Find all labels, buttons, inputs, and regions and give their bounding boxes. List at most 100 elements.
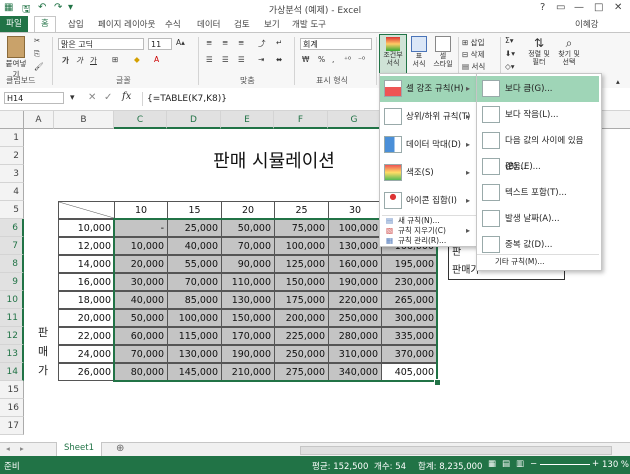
table-row-header[interactable]: 20,000 <box>58 309 115 327</box>
row-header[interactable]: 16 <box>0 399 24 417</box>
table-row-header[interactable]: 24,000 <box>58 345 115 363</box>
name-box[interactable]: H14 <box>4 92 64 104</box>
table-row-header[interactable]: 16,000 <box>58 273 115 291</box>
table-cell[interactable]: 195,000 <box>381 255 438 273</box>
minimize-button[interactable]: — <box>574 2 584 13</box>
align-left-icon[interactable]: ☰ <box>206 55 213 64</box>
table-cell[interactable]: 250,000 <box>274 345 329 363</box>
horizontal-scrollbar[interactable] <box>300 446 612 455</box>
row-header[interactable]: 14 <box>0 363 24 381</box>
column-header[interactable]: A <box>24 111 54 129</box>
select-all-button[interactable] <box>0 111 24 129</box>
table-cell[interactable]: 85,000 <box>167 291 222 309</box>
submenu-item-more-rules[interactable]: 기타 규칙(M)... <box>477 254 599 268</box>
wrap-text-icon[interactable]: ↵ <box>276 38 282 47</box>
format-cells-button[interactable]: ▤ 서식 <box>462 61 485 72</box>
submenu-item-equal-to[interactable]: 같음(E)... <box>477 154 599 180</box>
table-cell[interactable]: 70,000 <box>167 273 222 291</box>
table-cell[interactable]: 250,000 <box>328 309 382 327</box>
close-button[interactable]: ✕ <box>614 2 622 13</box>
align-right-icon[interactable]: ☰ <box>238 55 245 64</box>
row-header[interactable]: 8 <box>0 255 24 273</box>
indent-icon[interactable]: ⇥ <box>258 55 264 64</box>
tab-formulas[interactable]: 수식 <box>165 18 181 30</box>
increase-decimal-icon[interactable]: ⁺⁰ <box>344 55 351 64</box>
menu-item-new-rule[interactable]: ▤ 새 규칙(N)... <box>380 216 476 226</box>
enter-icon[interactable]: ✓ <box>104 92 112 103</box>
copy-icon[interactable]: ⎘ <box>34 49 40 59</box>
column-header[interactable]: B <box>54 111 114 129</box>
table-cell[interactable]: 190,000 <box>328 273 382 291</box>
row-header[interactable]: 4 <box>0 183 24 201</box>
table-row-header[interactable]: 26,000 <box>58 363 115 381</box>
table-cell[interactable]: 125,000 <box>274 255 329 273</box>
row-header[interactable]: 12 <box>0 327 24 345</box>
font-name-combo[interactable]: 맑은 고딕 <box>58 38 144 50</box>
sheet-tab[interactable]: Sheet1 <box>56 442 102 457</box>
submenu-item-date-occurring[interactable]: 발생 날짜(A)... <box>477 206 599 232</box>
zoom-slider[interactable] <box>540 464 590 465</box>
table-cell[interactable]: 370,000 <box>381 345 438 363</box>
tab-view[interactable]: 보기 <box>264 18 280 30</box>
table-cell[interactable]: 50,000 <box>221 219 275 237</box>
table-col-header[interactable]: 20 <box>221 201 275 219</box>
maximize-button[interactable]: □ <box>594 2 603 13</box>
row-header[interactable]: 6 <box>0 219 24 237</box>
table-cell[interactable]: 335,000 <box>381 327 438 345</box>
menu-item-highlight-rules[interactable]: 셀 강조 규칙(H) ▸ <box>380 76 476 102</box>
table-cell[interactable]: 405,000 <box>381 363 438 381</box>
row-header[interactable]: 11 <box>0 309 24 327</box>
cut-icon[interactable]: ✂ <box>34 36 40 45</box>
table-cell[interactable]: 310,000 <box>328 345 382 363</box>
row-header[interactable]: 17 <box>0 417 24 435</box>
zoom-out-icon[interactable]: − <box>530 459 537 469</box>
table-cell[interactable]: 70,000 <box>114 345 168 363</box>
table-cell[interactable]: 150,000 <box>274 273 329 291</box>
table-cell[interactable]: 340,000 <box>328 363 382 381</box>
column-header[interactable]: E <box>221 111 274 129</box>
table-cell[interactable]: 100,000 <box>274 237 329 255</box>
conditional-formatting-button[interactable]: 조건부 서식 <box>379 34 407 76</box>
table-cell[interactable]: 25,000 <box>167 219 222 237</box>
menu-item-icon-set[interactable]: ● 아이콘 집합(I) ▸ <box>380 188 476 214</box>
table-cell[interactable]: 80,000 <box>114 363 168 381</box>
add-sheet-icon[interactable]: ⊕ <box>116 443 124 454</box>
table-cell[interactable]: 30,000 <box>114 273 168 291</box>
menu-item-data-bar[interactable]: 데이터 막대(D) ▸ <box>380 132 476 158</box>
table-cell[interactable]: 150,000 <box>221 309 275 327</box>
italic-button[interactable]: 가 <box>76 55 83 66</box>
percent-button[interactable]: % <box>318 55 325 64</box>
column-header[interactable]: C <box>114 111 167 129</box>
underline-button[interactable]: 가 <box>90 55 97 66</box>
table-cell[interactable]: 170,000 <box>221 327 275 345</box>
tab-developer[interactable]: 개발 도구 <box>292 18 326 30</box>
submenu-item-greater-than[interactable]: 보다 큼(G)... <box>477 76 599 102</box>
table-cell[interactable]: 300,000 <box>381 309 438 327</box>
table-cell[interactable]: 190,000 <box>221 345 275 363</box>
page-break-view-icon[interactable]: ▥ <box>516 459 524 469</box>
table-col-header[interactable]: 25 <box>274 201 329 219</box>
sort-filter-button[interactable]: ⇅ 정렬 및 필터 <box>526 36 552 66</box>
bold-button[interactable]: 가 <box>62 55 69 66</box>
table-cell[interactable]: 230,000 <box>381 273 438 291</box>
table-cell[interactable]: 55,000 <box>167 255 222 273</box>
name-box-dropdown-icon[interactable]: ▾ <box>70 93 75 103</box>
row-header[interactable]: 1 <box>0 129 24 147</box>
row-header[interactable]: 9 <box>0 273 24 291</box>
table-cell[interactable]: 130,000 <box>221 291 275 309</box>
delete-cells-button[interactable]: ⊟ 삭제 <box>462 49 484 60</box>
tab-file[interactable]: 파일 <box>0 16 28 32</box>
table-row-header[interactable]: 18,000 <box>58 291 115 309</box>
table-cell[interactable]: 175,000 <box>274 291 329 309</box>
tab-insert[interactable]: 삽입 <box>68 18 84 30</box>
column-header[interactable]: G <box>328 111 381 129</box>
table-cell[interactable]: 225,000 <box>274 327 329 345</box>
table-cell[interactable]: 40,000 <box>114 291 168 309</box>
menu-item-top-bottom[interactable]: 상위/하위 규칙(T) ▸ <box>380 104 476 130</box>
tab-data[interactable]: 데이터 <box>197 18 220 30</box>
format-painter-icon[interactable]: 🖌 <box>34 62 44 71</box>
table-row-header[interactable]: 14,000 <box>58 255 115 273</box>
align-center-icon[interactable]: ☰ <box>222 55 229 64</box>
comma-button[interactable]: , <box>332 55 334 64</box>
menu-item-manage-rules[interactable]: ▦ 규칙 관리(R)... <box>380 236 476 246</box>
